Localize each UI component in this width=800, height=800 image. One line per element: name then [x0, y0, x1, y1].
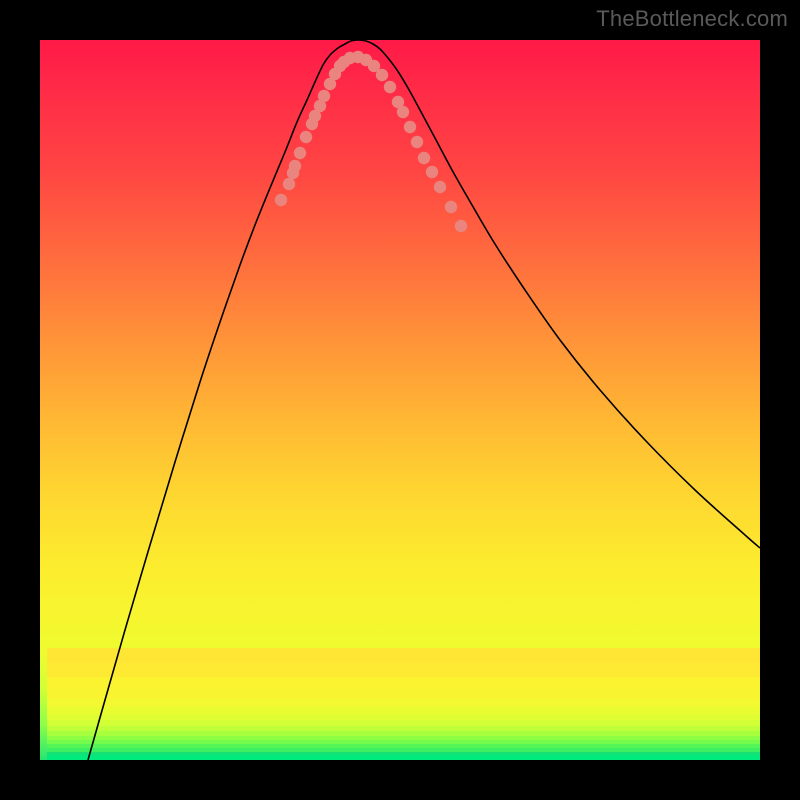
marker-dot [294, 147, 306, 159]
marker-dot [445, 201, 457, 213]
watermark-text: TheBottleneck.com [596, 6, 788, 32]
marker-dot [418, 152, 430, 164]
marker-dot [283, 178, 295, 190]
marker-dot [289, 160, 301, 172]
marker-dot [376, 69, 388, 81]
marker-dot [300, 131, 312, 143]
plot-area [40, 40, 760, 760]
marker-dot [397, 106, 409, 118]
marker-dot [404, 121, 416, 133]
marker-dot [434, 181, 446, 193]
marker-dot [426, 166, 438, 178]
marker-dots [275, 51, 467, 232]
chart-svg [40, 40, 760, 760]
marker-dot [318, 90, 330, 102]
marker-dot [275, 194, 287, 206]
marker-dot [411, 136, 423, 148]
bottleneck-curve [88, 40, 760, 760]
marker-dot [384, 81, 396, 93]
marker-dot [455, 220, 467, 232]
